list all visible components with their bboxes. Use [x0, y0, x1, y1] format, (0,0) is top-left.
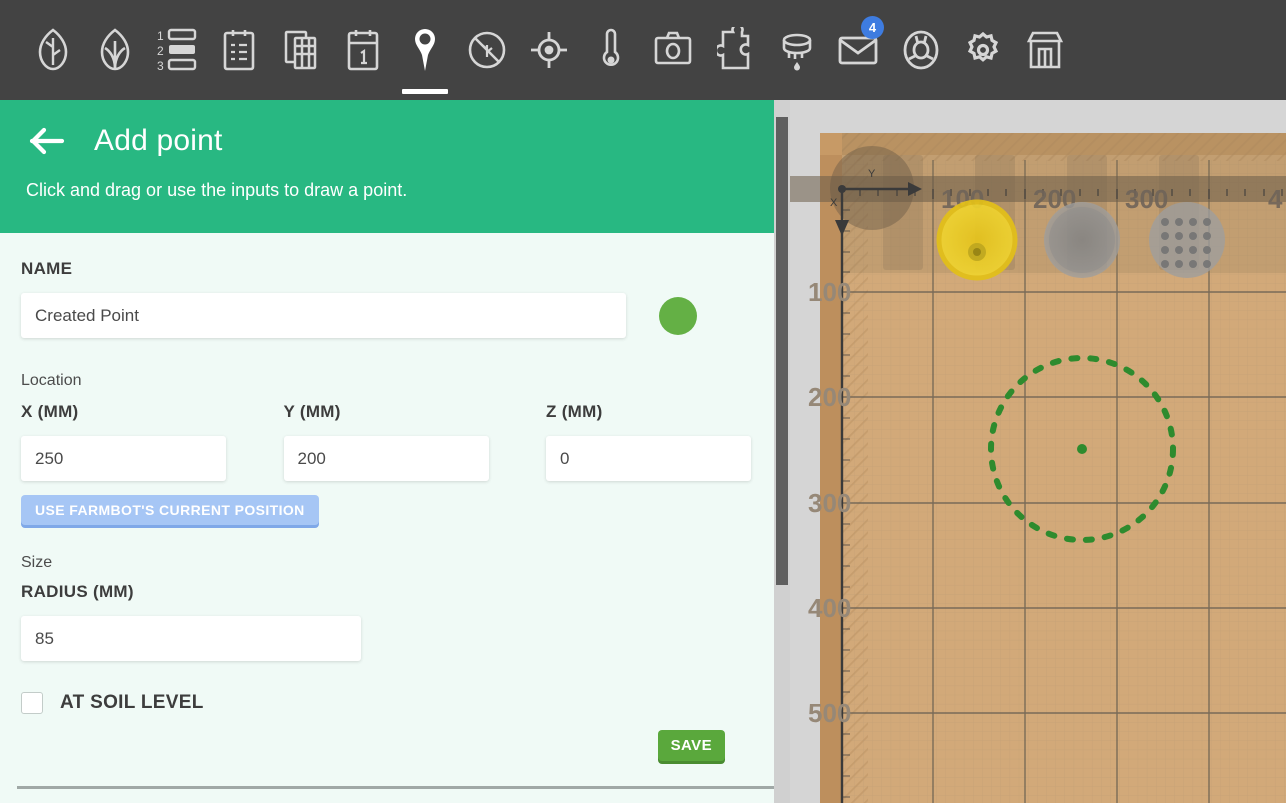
regimens-icon: [221, 27, 257, 73]
y-tick-200: 200: [808, 382, 851, 412]
radius-label: RADIUS (MM): [21, 582, 750, 602]
garden-map[interactable]: Y X: [790, 100, 1286, 803]
seed-tray-slot[interactable]: [1149, 202, 1225, 278]
panel-scrollbar-thumb[interactable]: [776, 117, 788, 585]
help-icon: [901, 27, 941, 73]
settings-icon: [963, 27, 1003, 73]
size-label: Size: [21, 554, 750, 572]
name-row: Created Point: [21, 293, 750, 338]
nav-item-events[interactable]: [332, 0, 394, 100]
add-point-panel: Add point Click and drag or use the inpu…: [0, 100, 790, 803]
nav-item-points[interactable]: [394, 0, 456, 100]
nav-item-shop[interactable]: [1014, 0, 1076, 100]
tool-slot[interactable]: [1044, 202, 1120, 278]
name-label: NAME: [21, 259, 750, 279]
shop-icon: [1025, 27, 1065, 73]
plants-icon: [35, 27, 71, 73]
nav-item-plants[interactable]: [22, 0, 84, 100]
nav-item-photos[interactable]: [642, 0, 704, 100]
y-field-group: Y (MM) 200: [284, 402, 547, 481]
z-input[interactable]: 0: [546, 436, 751, 481]
photos-icon: [653, 27, 693, 73]
y-tick-100: 100: [808, 277, 851, 307]
nav-item-controls[interactable]: [518, 0, 580, 100]
farmware-icon: [717, 27, 753, 73]
sequences-icon: 1 2 3: [157, 27, 197, 73]
use-current-position-button[interactable]: USE FARMBOT'S CURRENT POSITION: [21, 495, 319, 525]
z-field-group: Z (MM) 0: [546, 402, 750, 481]
x-field-group: X (MM) 250: [21, 402, 284, 481]
page-title: Add point: [94, 124, 223, 158]
nav-icon-list: 1 2 3: [22, 0, 1076, 100]
svg-text:2: 2: [157, 44, 164, 58]
panel-bottom-divider: [17, 786, 774, 789]
x-input[interactable]: 250: [21, 436, 226, 481]
y-tick-500: 500: [808, 698, 851, 728]
x-tick-300: 300: [1125, 184, 1168, 214]
groups-icon: [283, 27, 319, 73]
x-axis-label: X: [830, 197, 838, 209]
app-root: 1 2 3: [0, 0, 1286, 803]
z-label: Z (MM): [546, 402, 750, 422]
panel-body: NAME Created Point Location X (MM) 250 Y…: [0, 233, 790, 803]
controls-icon: [529, 27, 569, 73]
watering-nozzle-slot[interactable]: [939, 202, 1015, 278]
events-icon: [345, 27, 381, 73]
tools-icon: [777, 27, 817, 73]
nav-item-groups[interactable]: [270, 0, 332, 100]
y-axis-label: Y: [868, 168, 876, 180]
radius-input[interactable]: 85: [21, 616, 361, 661]
y-input[interactable]: 200: [284, 436, 489, 481]
garden-map-svg[interactable]: Y X: [790, 100, 1286, 803]
at-soil-level-checkbox[interactable]: [21, 692, 43, 714]
panel-scrollbar-track[interactable]: [774, 100, 790, 803]
panel-subtitle: Click and drag or use the inputs to draw…: [0, 180, 790, 201]
points-icon: [412, 27, 438, 73]
at-soil-level-label: AT SOIL LEVEL: [60, 692, 204, 714]
nav-item-messages[interactable]: 4: [828, 0, 890, 100]
panel-content: NAME Created Point Location X (MM) 250 Y…: [0, 259, 790, 761]
location-label: Location: [21, 372, 750, 390]
nav-item-regimens[interactable]: [208, 0, 270, 100]
x-label: X (MM): [21, 402, 284, 422]
color-swatch[interactable]: [659, 297, 697, 335]
name-input[interactable]: Created Point: [21, 293, 626, 338]
nav-item-sequences[interactable]: 1 2 3: [146, 0, 208, 100]
x-tick-400: 4: [1268, 184, 1283, 214]
nav-item-tools[interactable]: [766, 0, 828, 100]
nav-item-crops[interactable]: [84, 0, 146, 100]
nav-item-sensors[interactable]: [580, 0, 642, 100]
panel-header: Add point Click and drag or use the inpu…: [0, 100, 790, 233]
at-soil-level-row: AT SOIL LEVEL: [21, 692, 750, 714]
y-label: Y (MM): [284, 402, 547, 422]
y-tick-300: 300: [808, 488, 851, 518]
messages-badge: 4: [861, 16, 884, 39]
panel-title-row: Add point: [0, 124, 790, 158]
nav-item-weeds[interactable]: [456, 0, 518, 100]
sensors-icon: [599, 27, 623, 73]
svg-text:1: 1: [157, 29, 164, 43]
top-navigation-bar: 1 2 3: [0, 0, 1286, 100]
axis-origin-dot: [838, 185, 846, 193]
nav-item-help[interactable]: [890, 0, 952, 100]
save-button[interactable]: SAVE: [658, 730, 725, 761]
coordinate-inputs-row: X (MM) 250 Y (MM) 200 Z (MM) 0: [21, 402, 750, 481]
back-arrow-icon[interactable]: [28, 126, 68, 156]
nav-item-settings[interactable]: [952, 0, 1014, 100]
crops-icon: [97, 27, 133, 73]
y-tick-400: 400: [808, 593, 851, 623]
weeds-icon: [467, 27, 507, 73]
nav-item-farmware[interactable]: [704, 0, 766, 100]
svg-text:3: 3: [157, 59, 164, 73]
save-row: SAVE: [21, 730, 750, 761]
